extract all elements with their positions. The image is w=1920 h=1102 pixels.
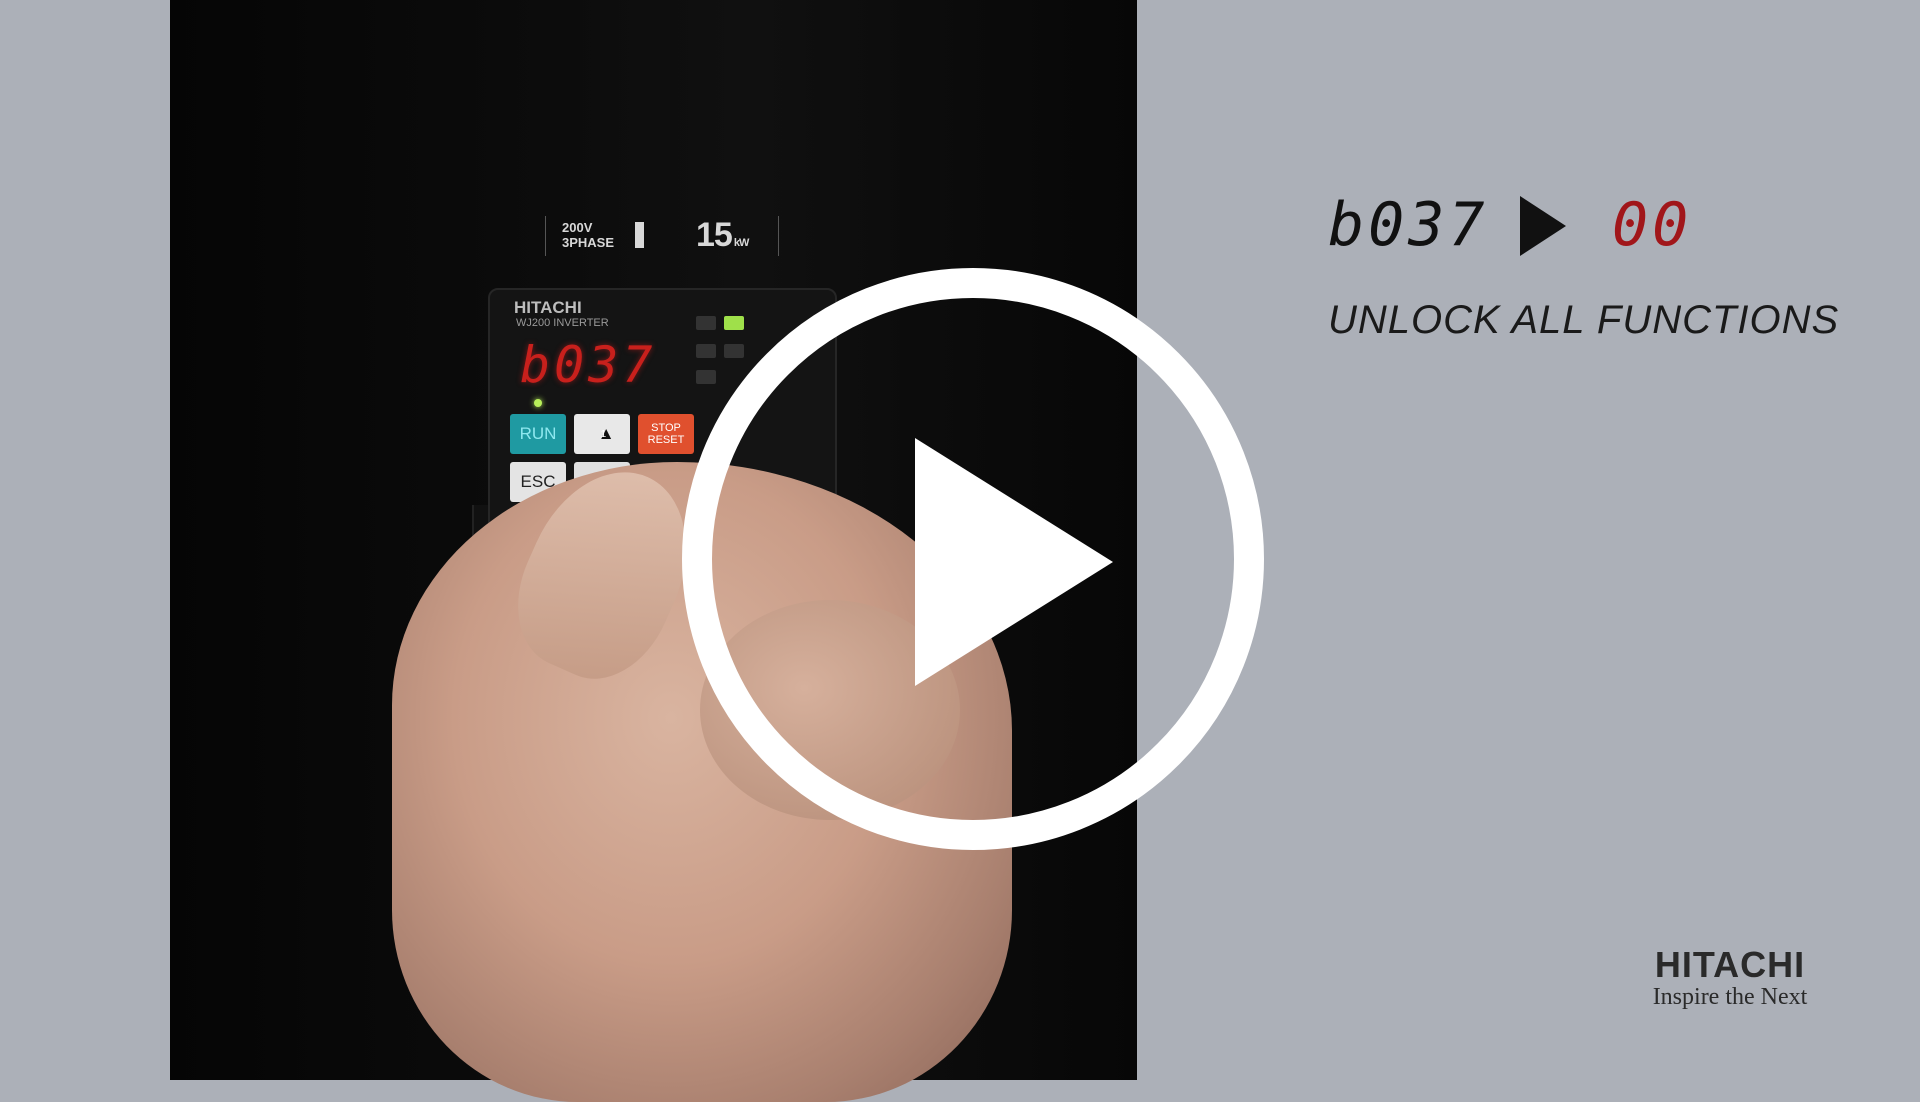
logo-brand: HITACHI	[1654, 944, 1806, 985]
run-key: RUN	[510, 414, 566, 454]
pwr-indicator	[724, 316, 744, 330]
rating-voltage: 200V 3PHASE	[562, 220, 615, 250]
keypad-brand: HITACHI	[514, 298, 582, 317]
arrow-right-icon	[1520, 196, 1566, 256]
play-icon[interactable]	[915, 438, 1113, 686]
run-led	[534, 399, 542, 407]
parameter-value: 00	[1612, 190, 1693, 260]
up-key: ▲ 1	[574, 414, 630, 454]
video-frame[interactable]: 200V 3PHASE 15 kW HITACHI WJ200 INVERTER …	[0, 0, 1920, 1102]
logo-tagline: Inspire the Next	[1652, 984, 1808, 1010]
hitachi-logo: HITACHI Inspire the Next	[1620, 944, 1840, 1011]
run-indicator	[696, 316, 716, 330]
parameter-code: b037	[1328, 190, 1489, 260]
rating-marker	[635, 222, 644, 248]
alm-indicator	[724, 344, 744, 358]
stop-reset-key: STOP RESET	[638, 414, 694, 454]
hz-indicator	[696, 344, 716, 358]
keypad-model: WJ200 INVERTER	[516, 317, 609, 329]
function-caption: UNLOCK ALL FUNCTIONS	[1328, 298, 1840, 342]
amp-indicator	[696, 370, 716, 384]
keypad-display: b037	[520, 336, 657, 394]
rating-plate: 200V 3PHASE 15 kW	[545, 216, 779, 256]
rating-power: 15 kW	[696, 216, 749, 254]
